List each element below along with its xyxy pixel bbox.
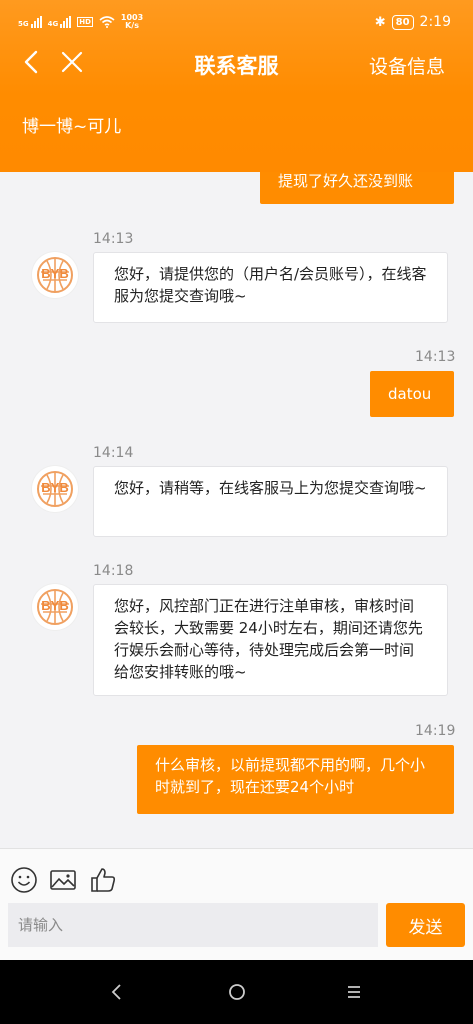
message-out: 什么审核，以前提现都不用的啊，几个小时就到了，现在还要24个小时 [137,745,454,814]
signal-icon: 5G [18,16,42,28]
message-time: 14:13 [415,349,456,365]
menu-nav-icon[interactable] [345,982,363,1002]
message-out: datou [370,371,454,417]
agent-avatar: BYB [32,466,78,512]
byb-logo-icon: BYB [37,257,73,293]
agent-avatar: BYB [32,584,78,630]
byb-logo-icon: BYB [37,589,73,625]
network-label: 5G [18,20,29,28]
thumbs-up-icon[interactable] [88,865,118,895]
speed-unit: K/s [125,21,139,30]
signal-icon-2: 4G [48,16,72,28]
message-input[interactable] [8,903,378,947]
device-info-button[interactable]: 设备信息 [369,52,445,79]
svg-text:BYB: BYB [41,266,68,281]
status-bar: 5G 4G HD 1003 K/s ✱ 80 2:19 [0,0,473,40]
message-in: 您好，请稍等，在线客服马上为您提交查询哦~ [93,466,448,537]
image-icon[interactable] [48,865,78,895]
chat-area[interactable]: 提现了好久还没到账 14:13 BYB 您好，请提供您的（用户名/会员账号），在… [0,172,473,848]
hd-badge: HD [77,17,93,27]
message-time: 14:14 [93,445,134,461]
message-time: 14:18 [93,563,134,579]
byb-logo-icon: BYB [37,471,73,507]
message-in: 您好，风控部门正在进行注单审核，审核时间会较长，大致需要 24小时左右，期间还请… [93,584,448,696]
svg-text:BYB: BYB [41,480,68,495]
message-in: 您好，请提供您的（用户名/会员账号），在线客服为您提交查询哦~ [93,252,448,323]
agent-avatar: BYB [32,252,78,298]
back-nav-icon[interactable] [108,982,126,1002]
network-speed: 1003 K/s [121,14,143,30]
clock: 2:19 [419,14,451,30]
svg-text:BYB: BYB [41,598,68,613]
input-area: 发送 [0,848,473,961]
message-time: 14:19 [415,723,456,739]
network-label-2: 4G [47,20,59,28]
header: 5G 4G HD 1003 K/s ✱ 80 2:19 联系客服 设备信息 博一… [0,0,473,172]
wifi-icon [99,16,115,28]
message-out: 提现了好久还没到账 [260,172,454,204]
message-time: 14:13 [93,231,134,247]
send-button[interactable]: 发送 [386,903,465,947]
bluetooth-icon: ✱ [374,14,386,30]
system-nav-bar [0,960,473,1024]
home-nav-icon[interactable] [227,982,247,1002]
navbar: 联系客服 设备信息 [0,40,473,86]
emoji-icon[interactable] [9,865,39,895]
agent-name: 博一博~可儿 [22,117,122,137]
battery-icon: 80 [391,14,414,30]
